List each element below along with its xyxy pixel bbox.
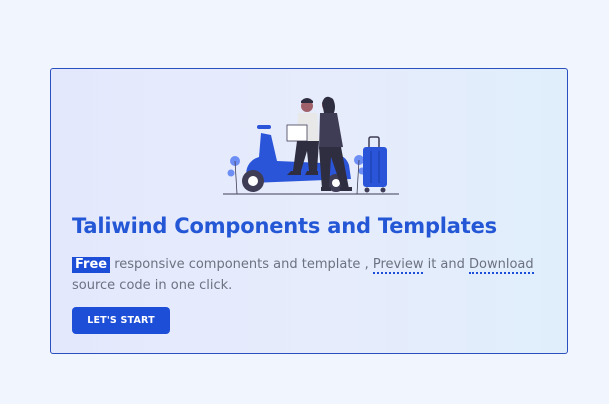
couple-with-scooter-illustration xyxy=(223,96,399,195)
download-link[interactable]: Download xyxy=(469,257,534,274)
lets-start-button[interactable]: LET'S START xyxy=(72,307,170,334)
free-badge: Free xyxy=(72,257,111,273)
description-text-3: source code in one click. xyxy=(72,278,233,293)
hero-card: Taliwind Components and Templates Free r… xyxy=(50,68,568,354)
suitcase xyxy=(363,136,387,193)
preview-link[interactable]: Preview xyxy=(372,257,424,274)
description-text-1: responsive components and template , xyxy=(110,257,373,272)
flower-left xyxy=(227,156,240,195)
card-title: Taliwind Components and Templates xyxy=(72,214,497,238)
description-text-2: it and xyxy=(423,257,470,272)
card-description: Free responsive components and template … xyxy=(72,254,552,296)
